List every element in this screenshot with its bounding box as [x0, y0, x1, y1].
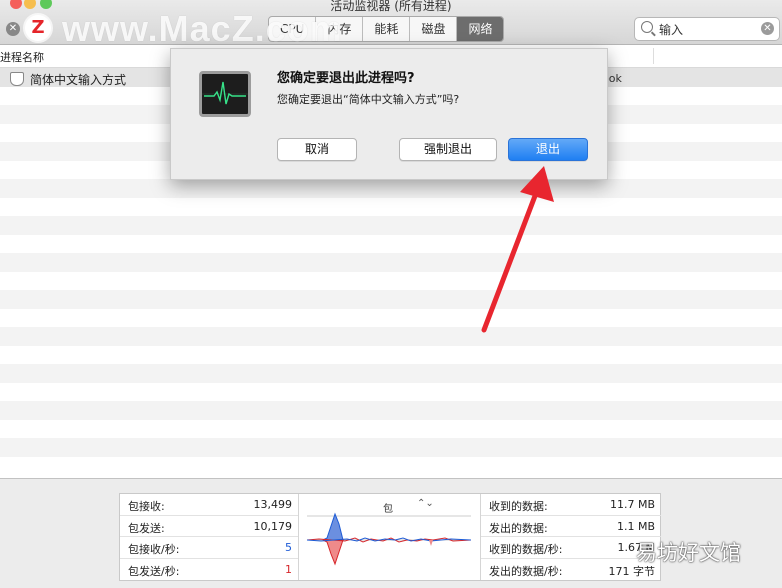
tab-energy[interactable]: 能耗 — [363, 17, 411, 41]
table-row — [0, 179, 782, 198]
table-row — [0, 456, 782, 475]
data-stats: 收到的数据: 11.7 MB 发出的数据: 1.1 MB 收到的数据/秒: 1.… — [480, 494, 661, 580]
stop-process-icon[interactable]: ✕ — [6, 22, 20, 36]
stat-label: 包发送/秒: — [128, 564, 180, 578]
stat-value: 5 — [285, 541, 292, 554]
corner-watermark: 易坊好文馆 — [636, 541, 741, 565]
table-row — [0, 345, 782, 364]
stat-label: 发出的数据/秒: — [489, 564, 563, 578]
process-name: 简体中文输入方式 — [30, 73, 127, 87]
stat-row: 包接收/秒: 5 — [120, 537, 298, 559]
clear-search-icon[interactable]: ✕ — [761, 22, 774, 35]
stat-row: 收到的数据: 11.7 MB — [481, 494, 661, 516]
force-quit-button[interactable]: 强制退出 — [399, 138, 497, 161]
stat-label: 包发送: — [128, 521, 165, 535]
watermark-logo: Z — [25, 15, 51, 41]
stat-value: 11.7 MB — [609, 498, 655, 511]
stat-value: 1.1 MB — [616, 519, 655, 533]
stat-row: 包接收: 13,499 — [120, 494, 298, 516]
stat-value: 13,499 — [253, 498, 293, 511]
network-stats: 包接收: 13,499 包发送: 10,179 包接收/秒: 5 包发送/秒: … — [119, 493, 661, 581]
watermark-text: www.MacZ.com — [62, 8, 343, 49]
packets-stats: 包接收: 13,499 包发送: 10,179 包接收/秒: 5 包发送/秒: … — [120, 494, 299, 580]
table-row — [0, 253, 782, 272]
tab-network[interactable]: 网络 — [457, 17, 504, 41]
table-row — [0, 290, 782, 309]
stat-value: 1 — [285, 562, 292, 576]
quit-button[interactable]: 退出 — [508, 138, 588, 161]
column-process-name[interactable]: 进程名称 — [0, 49, 44, 65]
network-graph[interactable]: 包 ⌃⌄ — [299, 494, 479, 580]
stat-row: 发出的数据: 1.1 MB — [481, 516, 661, 537]
red-arrow-icon — [481, 166, 554, 333]
table-row — [0, 419, 782, 438]
table-row — [0, 382, 782, 401]
search-icon — [641, 21, 653, 33]
table-row — [0, 438, 782, 457]
table-row — [0, 401, 782, 420]
table-row — [0, 271, 782, 290]
activity-monitor-icon — [199, 71, 251, 117]
shield-icon — [10, 72, 24, 86]
table-row — [0, 197, 782, 216]
table-row — [0, 327, 782, 346]
stat-row: 收到的数据/秒: 1.67 M — [481, 537, 661, 559]
stat-row: 发出的数据/秒: 171 字节 — [481, 559, 661, 581]
stat-row: 包发送/秒: 1 — [120, 559, 298, 581]
stat-label: 发出的数据: — [489, 521, 548, 535]
dialog-message: 您确定要退出“简体中文输入方式”吗? — [277, 93, 460, 106]
search-input[interactable]: 输入 ✕ — [634, 17, 780, 41]
tab-disk[interactable]: 磁盘 — [410, 17, 458, 41]
stat-row: 包发送: 10,179 — [120, 516, 298, 537]
stat-label: 包接收/秒: — [128, 543, 180, 556]
stat-label: 包接收: — [128, 500, 165, 513]
network-summary-panel: 包接收: 13,499 包发送: 10,179 包接收/秒: 5 包发送/秒: … — [0, 478, 782, 588]
dialog-title: 您确定要退出此进程吗? — [277, 71, 415, 86]
stat-value: 10,179 — [253, 519, 293, 533]
table-row — [0, 308, 782, 327]
stat-label: 收到的数据/秒: — [489, 543, 563, 556]
table-row — [0, 216, 782, 235]
stat-label: 收到的数据: — [489, 500, 548, 513]
table-row — [0, 364, 782, 383]
column-divider — [653, 48, 654, 64]
search-value: 输入 — [659, 23, 684, 37]
cancel-button[interactable]: 取消 — [277, 138, 357, 161]
table-row — [0, 234, 782, 253]
